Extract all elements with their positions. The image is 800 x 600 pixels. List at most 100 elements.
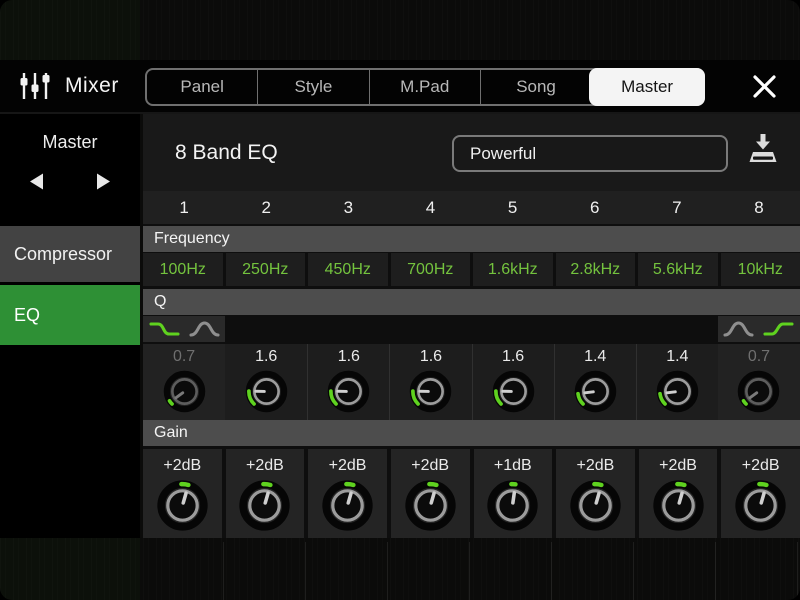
q-knob[interactable] (735, 368, 782, 415)
peak-filter-icon[interactable] (722, 318, 755, 340)
shelf-band-1: 0.7 (143, 316, 225, 420)
gain-band-3: +2dB (308, 449, 387, 538)
q-knob[interactable] (243, 368, 290, 415)
preset-selector[interactable]: Powerful (452, 135, 728, 172)
gain-value: +2dB (659, 456, 697, 476)
q-knob[interactable] (572, 368, 619, 415)
sidebar: Master Compress (0, 114, 140, 538)
row-label-q: Q (143, 289, 800, 315)
gain-row: +2dB +2dB +2dB +2dB +1dB +2dB +2dB +2dB (143, 449, 800, 538)
band-number: 5 (472, 191, 554, 224)
row-label-frequency: Frequency (143, 226, 800, 252)
gain-knob[interactable] (236, 477, 293, 534)
arrow-left-icon (27, 179, 48, 194)
q-band-5: 1.6 (472, 344, 554, 420)
part-prev-button[interactable] (25, 170, 50, 193)
filter-type-switch (718, 316, 800, 342)
mixer-dialog: Mixer PanelStyleM.PadSongMaster Master (0, 60, 800, 540)
part-label: Master (0, 114, 140, 153)
shelf-low-filter-icon[interactable] (148, 318, 181, 340)
q-knob-cell: 0.7 (718, 344, 800, 420)
tab-song[interactable]: Song (480, 70, 591, 104)
q-knob[interactable] (161, 368, 208, 415)
tab-mpad[interactable]: M.Pad (369, 70, 480, 104)
gain-knob[interactable] (732, 477, 789, 534)
app-title-group: Mixer (0, 71, 119, 101)
tab-style[interactable]: Style (257, 70, 368, 104)
frequency-value-button[interactable]: 100Hz (143, 253, 223, 286)
frequency-value-button[interactable]: 10kHz (721, 253, 800, 286)
row-label-gain: Gain (143, 420, 800, 446)
q-knob[interactable] (490, 368, 537, 415)
tab-bar: PanelStyleM.PadSongMaster (145, 68, 705, 106)
gain-knob[interactable] (154, 477, 211, 534)
sidebar-item-eq[interactable]: EQ (0, 285, 140, 345)
preset-name: Powerful (470, 144, 536, 164)
shelf-high-filter-icon[interactable] (762, 318, 795, 340)
q-row: 0.7 1.6 1.6 1.6 1.6 1.4 1.4 0.7 (143, 316, 800, 420)
arrow-right-icon (92, 179, 113, 194)
part-next-button[interactable] (90, 170, 115, 193)
gain-band-1: +2dB (143, 449, 222, 538)
gain-knob[interactable] (567, 477, 624, 534)
window-title: Mixer (65, 74, 119, 98)
sidebar-item-compressor[interactable]: Compressor (0, 226, 140, 282)
filter-type-switch (143, 316, 225, 342)
gain-knob[interactable] (402, 477, 459, 534)
q-value: 1.4 (584, 347, 606, 367)
mixer-faders-icon (18, 71, 52, 101)
band-number: 7 (636, 191, 718, 224)
shelf-band-8: 0.7 (718, 316, 800, 420)
frequency-row: 100Hz250Hz450Hz700Hz1.6kHz2.8kHz5.6kHz10… (143, 253, 800, 286)
part-selector: Master (0, 114, 140, 226)
q-knob[interactable] (407, 368, 454, 415)
gain-band-2: +2dB (226, 449, 305, 538)
band-number-row: 12345678 (143, 191, 800, 224)
frequency-value-button[interactable]: 250Hz (226, 253, 306, 286)
q-band-3: 1.6 (307, 344, 389, 420)
peak-filter-icon[interactable] (188, 318, 221, 340)
frequency-value-button[interactable]: 1.6kHz (473, 253, 553, 286)
q-value: 1.6 (255, 347, 277, 367)
gain-band-8: +2dB (721, 449, 800, 538)
q-value: 1.4 (666, 347, 688, 367)
tab-master[interactable]: Master (589, 68, 705, 106)
band-number: 2 (225, 191, 307, 224)
close-button[interactable] (743, 65, 785, 107)
close-icon (751, 73, 778, 100)
gain-knob[interactable] (319, 477, 376, 534)
q-band-6: 1.4 (554, 344, 636, 420)
q-band-7: 1.4 (636, 344, 718, 420)
frequency-value-button[interactable]: 700Hz (391, 253, 471, 286)
q-value: 0.7 (748, 347, 770, 367)
q-value: 1.6 (420, 347, 442, 367)
gain-value: +2dB (246, 456, 284, 476)
q-value: 1.6 (502, 347, 524, 367)
q-value: 1.6 (338, 347, 360, 367)
eq-header: 8 Band EQ Powerful (143, 114, 800, 191)
q-band-4: 1.6 (389, 344, 471, 420)
gain-value: +2dB (163, 456, 201, 476)
save-icon (745, 155, 781, 170)
gain-knob[interactable] (484, 477, 541, 534)
gain-knob[interactable] (650, 477, 707, 534)
eq-panel: 8 Band EQ Powerful (143, 114, 800, 538)
q-knob[interactable] (654, 368, 701, 415)
band-number: 6 (554, 191, 636, 224)
dialog-body: Master Compress (0, 114, 800, 538)
eq-title: 8 Band EQ (175, 141, 278, 165)
q-knob[interactable] (325, 368, 372, 415)
band-number: 1 (143, 191, 225, 224)
q-mid-panel: 1.6 1.6 1.6 1.6 1.4 1.4 (225, 344, 718, 420)
gain-band-5: +1dB (474, 449, 553, 538)
gain-value: +2dB (577, 456, 615, 476)
frequency-value-button[interactable]: 5.6kHz (638, 253, 718, 286)
tab-panel[interactable]: Panel (147, 70, 257, 104)
frequency-value-button[interactable]: 2.8kHz (556, 253, 636, 286)
gain-band-4: +2dB (391, 449, 470, 538)
band-number: 3 (307, 191, 389, 224)
q-value: 0.7 (173, 347, 195, 367)
frequency-value-button[interactable]: 450Hz (308, 253, 388, 286)
gain-band-7: +2dB (639, 449, 718, 538)
save-button[interactable] (745, 131, 781, 167)
